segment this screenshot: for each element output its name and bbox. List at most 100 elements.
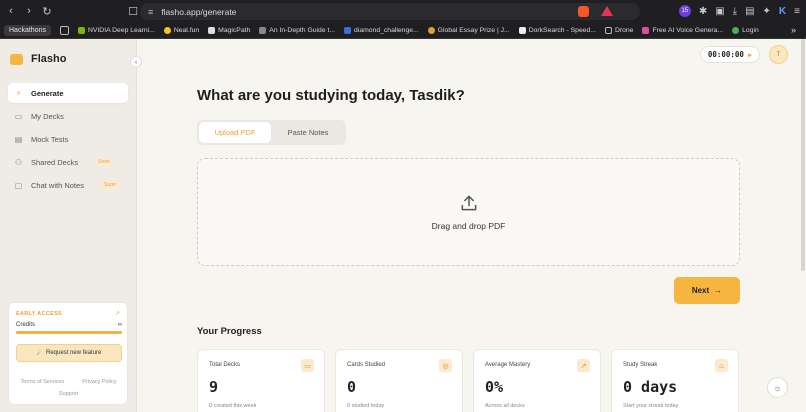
brand[interactable]: Flasho <box>10 53 66 65</box>
trend-icon: ↗ <box>577 359 590 372</box>
bookmark-folder[interactable]: Drone <box>604 26 633 34</box>
theme-toggle-button[interactable]: ☼ <box>767 377 788 398</box>
back-icon[interactable]: ‹ <box>4 4 18 18</box>
credits-row: Credits ∞ <box>16 322 122 328</box>
privacy-link[interactable]: Privacy Policy <box>82 379 116 385</box>
bookmark-favicon <box>732 26 740 34</box>
early-access-title: EARLY ACCESS <box>16 311 62 317</box>
sidebar-item-generate[interactable]: ⚡ Generate <box>8 83 128 103</box>
target-icon: ◎ <box>439 359 452 372</box>
brave-rewards-icon[interactable] <box>600 6 613 16</box>
stat-card-average-mastery: Average Mastery ↗ 0% Across all decks <box>473 349 601 412</box>
bookmark-favicon <box>344 26 352 34</box>
stat-value: 0 days <box>623 378 678 396</box>
sidebar-item-chat-with-notes[interactable]: ▢ Chat with Notes Soon <box>8 175 128 195</box>
bookmark-item[interactable]: Free AI Voice Genera... <box>642 26 723 34</box>
stat-value: 0% <box>485 378 504 396</box>
collapse-sidebar-button[interactable]: ‹ <box>130 56 142 68</box>
reload-icon[interactable]: ↻ <box>40 4 54 18</box>
dropzone-label: Drag and drop PDF <box>431 221 506 231</box>
wallet-icon[interactable]: ▤ <box>745 6 754 17</box>
request-feature-label: Request new feature <box>46 350 102 356</box>
bookmark-item[interactable]: diamond_challenge... <box>344 26 419 34</box>
sidebar-item-label: Generate <box>31 88 64 98</box>
bookmark-item[interactable]: Login <box>732 26 759 34</box>
bookmark-favicon <box>208 26 216 34</box>
stat-subtext: Start your streak today <box>623 403 679 409</box>
bookmark-item[interactable]: Global Essay Prize | J... <box>427 26 510 34</box>
stat-subtext: 0 studied today <box>347 403 385 409</box>
extensions-icon[interactable]: ✱ <box>699 6 707 17</box>
forward-icon[interactable]: › <box>22 4 36 18</box>
bookmark-icon[interactable]: ☐ <box>126 4 140 18</box>
sidebar-nav: ⚡ Generate ▭ My Decks ▤ Mock Tests ⚇ Sha… <box>8 83 128 198</box>
bookmark-folder-hackathons[interactable]: Hackathons <box>4 24 51 36</box>
k-extension-icon[interactable]: K <box>779 6 786 17</box>
brave-shield-icon[interactable] <box>577 5 589 17</box>
terms-link[interactable]: Terms of Services <box>21 379 65 385</box>
timer-value: 00:00:00 <box>707 50 744 59</box>
url-text: flasho.app/generate <box>161 6 237 17</box>
next-button[interactable]: Next → <box>674 277 740 304</box>
pdf-dropzone[interactable]: Drag and drop PDF <box>197 158 740 266</box>
bookmark-item[interactable]: Neal.fun <box>163 26 199 34</box>
tab-upload-pdf[interactable]: Upload PDF <box>199 122 271 143</box>
more-bookmarks-icon[interactable]: » <box>791 25 796 35</box>
bookmark-favicon <box>642 26 650 34</box>
sidebar-item-label: Shared Decks <box>31 157 79 167</box>
bookmark-item[interactable]: NVIDIA Deep Learni... <box>77 26 155 34</box>
stat-label: Cards Studied <box>347 362 386 368</box>
sidebar-item-label: My Decks <box>31 111 64 121</box>
study-timer[interactable]: 00:00:00 ▶ <box>700 46 760 63</box>
address-bar[interactable]: ≡ flasho.app/generate <box>140 3 640 20</box>
site-settings-icon[interactable]: ≡ <box>148 7 153 17</box>
sidebar-item-mock-tests[interactable]: ▤ Mock Tests <box>8 129 128 149</box>
input-mode-tabs: Upload PDF Paste Notes <box>197 120 346 145</box>
trend-up-icon: ↗ <box>114 311 120 317</box>
progress-section-title: Your Progress <box>197 326 262 337</box>
next-button-label: Next <box>691 286 710 295</box>
scrollbar[interactable] <box>801 39 805 271</box>
bookmark-item[interactable]: An In-Depth Guide t... <box>259 26 335 34</box>
credits-label: Credits <box>16 322 36 328</box>
bookmark-favicon <box>163 26 171 34</box>
support-link[interactable]: Support <box>59 391 78 397</box>
sidebar-item-my-decks[interactable]: ▭ My Decks <box>8 106 128 126</box>
bookmark-item[interactable]: DorkSearch - Speed... <box>518 26 596 34</box>
tab-paste-notes[interactable]: Paste Notes <box>273 122 343 143</box>
request-feature-button[interactable]: ☄ Request new feature <box>16 344 122 362</box>
brand-name: Flasho <box>31 53 67 65</box>
stat-card-total-decks: Total Decks ▭ 9 0 created this week <box>197 349 325 412</box>
sidebar-item-label: Mock Tests <box>31 134 69 144</box>
page-title: What are you studying today, Tasdik? <box>197 87 465 104</box>
download-icon[interactable]: ⤓ <box>733 6 737 17</box>
extension-badge[interactable]: 15 <box>678 5 691 17</box>
play-icon[interactable]: ▶ <box>748 51 752 59</box>
folder-icon <box>604 26 612 34</box>
browser-toolbar: ‹ › ↻ ☐ ≡ flasho.app/generate 15 ✱ ▣ ⤓ ▤… <box>0 0 806 22</box>
flasho-logo-icon <box>10 53 23 65</box>
credits-value: ∞ <box>117 322 122 328</box>
leo-icon[interactable]: ✦ <box>763 6 771 17</box>
bookmark-favicon <box>518 26 526 34</box>
bookmark-favicon <box>77 26 85 34</box>
lightbulb-icon: ☄ <box>36 350 42 357</box>
apps-grid-icon[interactable] <box>59 25 69 35</box>
sidebar-item-label: Chat with Notes <box>31 180 84 190</box>
stat-subtext: 0 created this week <box>209 403 257 409</box>
sidebar-icon[interactable]: ▣ <box>715 6 724 17</box>
stat-card-study-streak: Study Streak ♨ 0 days Start your streak … <box>611 349 739 412</box>
stat-value: 9 <box>209 378 219 396</box>
flame-icon: ♨ <box>715 359 728 372</box>
bookmark-item[interactable]: MagicPath <box>208 26 250 34</box>
sidebar: Flasho ‹ ⚡ Generate ▭ My Decks ▤ Mock Te… <box>0 39 142 412</box>
soon-badge: Soon <box>94 158 114 166</box>
stat-subtext: Across all decks <box>485 403 525 409</box>
bookmarks-bar: Hackathons NVIDIA Deep Learni... Neal.fu… <box>0 22 806 39</box>
stat-card-cards-studied: Cards Studied ◎ 0 0 studied today <box>335 349 463 412</box>
sidebar-item-shared-decks[interactable]: ⚇ Shared Decks Soon <box>8 152 128 172</box>
avatar[interactable]: T <box>769 45 788 64</box>
stat-value: 0 <box>347 378 357 396</box>
menu-icon[interactable]: ≡ <box>794 6 800 17</box>
sun-icon: ☼ <box>773 382 782 393</box>
